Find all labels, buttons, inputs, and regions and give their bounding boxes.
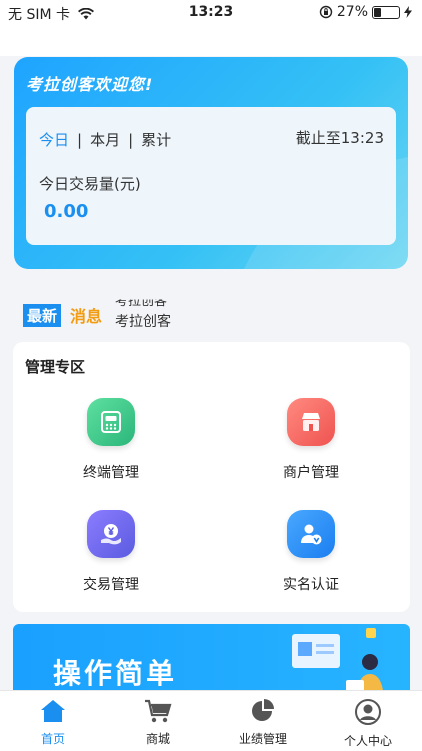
pie-chart-icon [252,699,274,721]
battery-icon [372,5,400,19]
item-label: 终端管理 [83,465,139,481]
banner-text: 操作简单 [53,657,178,690]
real-name-verification[interactable]: 实名认证 [251,510,371,594]
tab-mall[interactable]: 商城 [118,699,198,747]
item-label: 交易管理 [83,577,139,593]
orientation-lock-icon [319,5,333,19]
news-badge-message: 消息 [70,307,103,326]
section-title: 管理专区 [25,358,86,376]
tab-total[interactable]: 累计 [141,129,171,150]
bottom-tab-bar: 首页 商城 业绩管理 个人中心 [0,690,422,751]
news-badge-latest: 最新 [23,304,62,327]
tab-profile[interactable]: 个人中心 [328,699,408,749]
battery-percent: 27% [336,4,368,20]
stats-panel: 今日 | 本月 | 累计 截止至13:23 今日交易量(元) 0.00 [26,107,396,245]
cart-icon [145,699,172,723]
volume-label: 今日交易量(元) [39,175,141,193]
terminal-management[interactable]: 终端管理 [51,398,171,482]
volume-value: 0.00 [44,201,89,222]
transaction-management[interactable]: 交易管理 [51,510,171,594]
tab-today[interactable]: 今日 [39,129,69,150]
item-label: 商户管理 [283,465,339,481]
merchant-management[interactable]: 商户管理 [251,398,371,482]
tab-separator: | [77,130,83,149]
tab-label: 商城 [145,732,170,746]
news-text[interactable]: 考拉创客 [115,311,171,331]
deadline-text: 截止至13:23 [295,129,384,147]
tab-label: 个人中心 [343,734,392,748]
hero-card: 考拉创客欢迎您! 今日 | 本月 | 累计 截止至13:23 今日交易量(元) … [14,57,408,269]
tab-home[interactable]: 首页 [13,699,93,747]
status-right: 27% [319,4,412,20]
home-icon [41,700,65,722]
news-text-scrolling: 考拉创客 [115,294,168,310]
charging-icon [404,6,412,18]
tab-performance[interactable]: 业绩管理 [223,699,303,747]
welcome-text: 考拉创客欢迎您! [26,75,154,94]
tab-label: 首页 [40,732,65,746]
item-label: 实名认证 [283,577,339,593]
yen-hand-icon [87,510,135,558]
terminal-icon [87,398,135,446]
tab-label: 业绩管理 [238,732,287,746]
tab-month[interactable]: 本月 [90,129,120,150]
period-tabs: 今日 | 本月 | 累计 [39,129,171,150]
status-bar: 无 SIM 卡 13:23 27% [0,0,422,26]
header-spacer [0,26,422,56]
user-icon [355,699,381,725]
tab-separator: | [128,130,134,149]
verified-user-icon [287,510,335,558]
news-ticker[interactable]: 最新 消息 考拉创客 考拉创客 [0,292,422,332]
management-section: 管理专区 终端管理 商户管理 交易管理 实名认证 [13,342,410,612]
store-icon [287,398,335,446]
